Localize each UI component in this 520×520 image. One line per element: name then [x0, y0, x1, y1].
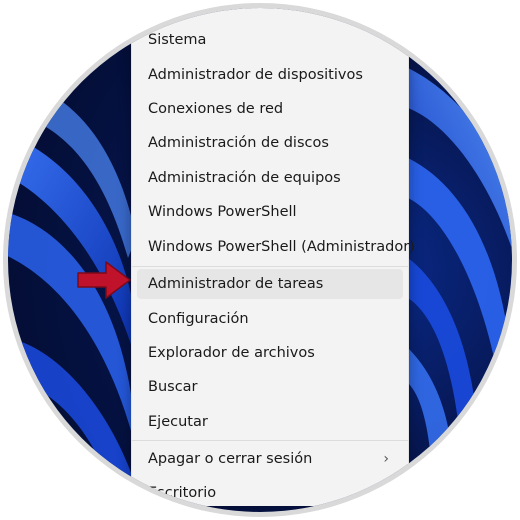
menu-item-label: Administración de discos: [148, 135, 329, 151]
menu-item-escritorio[interactable]: Escritorio: [137, 478, 403, 508]
menu-item-administrador-de-tareas[interactable]: Administrador de tareas: [137, 269, 403, 299]
menu-item-buscar[interactable]: Buscar: [137, 372, 403, 402]
menu-item-explorador-de-archivos[interactable]: Explorador de archivos: [137, 338, 403, 368]
winx-context-menu: Sistema Administrador de dispositivos Co…: [131, 8, 415, 508]
menu-item-sistema[interactable]: Sistema: [137, 25, 403, 55]
chevron-right-icon: ›: [383, 451, 389, 467]
menu-item-label: Windows PowerShell (Administrador): [148, 239, 415, 255]
menu-item-administracion-de-discos[interactable]: Administración de discos: [137, 128, 403, 158]
menu-separator: [132, 440, 408, 441]
menu-item-administrador-de-dispositivos[interactable]: Administrador de dispositivos: [137, 60, 403, 90]
menu-item-label: Administrador de tareas: [148, 276, 324, 292]
menu-item-windows-powershell[interactable]: Windows PowerShell: [137, 197, 403, 227]
menu-item-label: Administración de equipos: [148, 170, 341, 186]
menu-item-apagar-o-cerrar-sesion[interactable]: Apagar o cerrar sesión ›: [137, 444, 403, 474]
menu-item-label: Ejecutar: [148, 414, 208, 430]
menu-item-administracion-de-equipos[interactable]: Administración de equipos: [137, 163, 403, 193]
menu-item-configuracion[interactable]: Configuración: [137, 304, 403, 334]
menu-item-label: Explorador de archivos: [148, 345, 315, 361]
menu-item-label: Apagar o cerrar sesión: [148, 451, 313, 467]
menu-item-label: Configuración: [148, 311, 249, 327]
menu-item-label: Conexiones de red: [148, 101, 284, 117]
menu-separator: [132, 266, 408, 267]
menu-item-label: Windows PowerShell: [148, 204, 297, 220]
menu-item-ejecutar[interactable]: Ejecutar: [137, 407, 403, 437]
menu-item-label: Administrador de dispositivos: [148, 67, 363, 83]
menu-item-windows-powershell-admin[interactable]: Windows PowerShell (Administrador): [137, 232, 415, 262]
menu-item-conexiones-de-red[interactable]: Conexiones de red: [137, 94, 403, 124]
menu-item-label: Buscar: [148, 379, 198, 395]
menu-item-label: Sistema: [148, 32, 207, 48]
red-arrow-icon: [77, 261, 131, 299]
menu-item-label: Escritorio: [148, 485, 217, 501]
